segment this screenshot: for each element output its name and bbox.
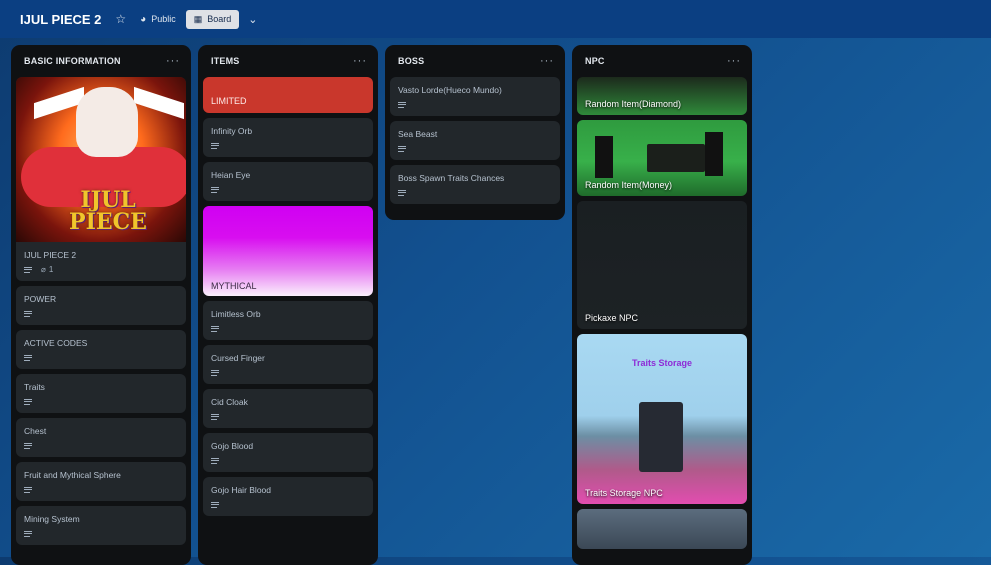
card-title: Boss Spawn Traits Chances bbox=[398, 173, 505, 183]
card-title: Random Item(Diamond) bbox=[585, 99, 682, 109]
card-limited-label[interactable]: LIMITED bbox=[203, 77, 373, 113]
card-ijul-piece-2[interactable]: IJUL PIECE IJUL PIECE 2 ⌀ 1 bbox=[16, 77, 186, 281]
description-icon bbox=[24, 309, 32, 318]
description-icon bbox=[24, 441, 32, 450]
list-title: NPC bbox=[585, 56, 605, 66]
description-icon bbox=[211, 141, 219, 150]
description-icon bbox=[398, 100, 406, 109]
description-icon bbox=[24, 529, 32, 538]
card-active-codes[interactable]: ACTIVE CODES bbox=[16, 330, 186, 369]
card-title: MYTHICAL bbox=[211, 281, 257, 291]
card-cid-cloak[interactable]: Cid Cloak bbox=[203, 389, 373, 428]
card-title: Heian Eye bbox=[211, 170, 251, 180]
card-title: Gojo Hair Blood bbox=[211, 485, 272, 495]
card-infinity-orb[interactable]: Infinity Orb bbox=[203, 118, 373, 157]
card-mythical-label[interactable]: MYTHICAL bbox=[203, 206, 373, 296]
list-title: BASIC INFORMATION bbox=[24, 56, 121, 66]
list-items: ITEMS ··· LIMITED Infinity Orb Heian Eye… bbox=[198, 45, 378, 565]
card-title: Cursed Finger bbox=[211, 353, 265, 363]
card-cover-image: IJUL PIECE bbox=[16, 77, 186, 242]
description-icon bbox=[211, 500, 219, 509]
card-mining-system[interactable]: Mining System bbox=[16, 506, 186, 545]
list-title: ITEMS bbox=[211, 56, 240, 66]
card-title: Gojo Blood bbox=[211, 441, 254, 451]
board-icon: ▦ bbox=[193, 13, 203, 24]
board-view-label: Board bbox=[207, 14, 232, 24]
paperclip-icon: ⌀ bbox=[41, 265, 46, 274]
description-icon bbox=[211, 456, 219, 465]
card-title: LIMITED bbox=[211, 96, 247, 106]
more-icon[interactable]: ··· bbox=[353, 55, 367, 67]
description-icon bbox=[24, 397, 32, 406]
npc-stand-image bbox=[647, 144, 705, 172]
card-title: Traits Storage NPC bbox=[585, 488, 663, 498]
card-title: ACTIVE CODES bbox=[24, 338, 88, 348]
game-logo: IJUL PIECE bbox=[69, 187, 147, 235]
npc-figure-image bbox=[705, 132, 723, 176]
visibility-button[interactable]: ◕ Public bbox=[140, 14, 176, 25]
card-title: POWER bbox=[24, 294, 57, 304]
card-traits-storage-npc[interactable]: Traits Storage Traits Storage NPC bbox=[577, 334, 747, 504]
description-icon bbox=[24, 353, 32, 362]
list-basic-information: BASIC INFORMATION ··· IJUL PIECE IJUL PI… bbox=[11, 45, 191, 565]
npc-figure-image bbox=[639, 402, 683, 472]
card-title: Limitless Orb bbox=[211, 309, 261, 319]
card-partial-image[interactable] bbox=[577, 509, 747, 549]
description-icon bbox=[211, 324, 219, 333]
card-chest[interactable]: Chest bbox=[16, 418, 186, 457]
card-title: Chest bbox=[24, 426, 47, 436]
board-header: IJUL PIECE 2 ☆ ◕ Public ▦ Board ⌄ bbox=[0, 0, 991, 38]
board-view-button[interactable]: ▦ Board bbox=[185, 9, 240, 29]
card-title: IJUL PIECE 2 bbox=[24, 250, 77, 260]
description-icon bbox=[24, 485, 32, 494]
card-title: Sea Beast bbox=[398, 129, 438, 139]
traits-storage-sign: Traits Storage bbox=[631, 358, 693, 368]
chevron-down-icon[interactable]: ⌄ bbox=[248, 13, 257, 26]
more-icon[interactable]: ··· bbox=[540, 55, 554, 67]
card-cursed-finger[interactable]: Cursed Finger bbox=[203, 345, 373, 384]
description-icon bbox=[398, 144, 406, 153]
card-limitless-orb[interactable]: Limitless Orb bbox=[203, 301, 373, 340]
card-random-item-diamond[interactable]: Random Item(Diamond) bbox=[577, 77, 747, 115]
list-boss: BOSS ··· Vasto Lorde(Hueco Mundo) Sea Be… bbox=[385, 45, 565, 220]
visibility-label: Public bbox=[151, 14, 176, 24]
card-random-item-money[interactable]: Random Item(Money) bbox=[577, 120, 747, 196]
card-heian-eye[interactable]: Heian Eye bbox=[203, 162, 373, 201]
card-power[interactable]: POWER bbox=[16, 286, 186, 325]
description-icon bbox=[24, 265, 32, 274]
npc-figure-image bbox=[595, 136, 613, 178]
description-icon bbox=[211, 368, 219, 377]
card-title: Mining System bbox=[24, 514, 80, 524]
card-vasto-lorde[interactable]: Vasto Lorde(Hueco Mundo) bbox=[390, 77, 560, 116]
list-npc: NPC ··· Random Item(Diamond) Random Item… bbox=[572, 45, 752, 565]
card-title: Fruit and Mythical Sphere bbox=[24, 470, 121, 480]
card-pickaxe-npc[interactable]: Pickaxe NPC bbox=[577, 201, 747, 329]
description-icon bbox=[211, 412, 219, 421]
description-icon bbox=[398, 188, 406, 197]
card-boss-spawn-traits-chances[interactable]: Boss Spawn Traits Chances bbox=[390, 165, 560, 204]
globe-icon: ◕ bbox=[140, 13, 147, 25]
more-icon[interactable]: ··· bbox=[727, 55, 741, 67]
card-traits[interactable]: Traits bbox=[16, 374, 186, 413]
card-title: Vasto Lorde(Hueco Mundo) bbox=[398, 85, 502, 95]
card-sea-beast[interactable]: Sea Beast bbox=[390, 121, 560, 160]
card-gojo-hair-blood[interactable]: Gojo Hair Blood bbox=[203, 477, 373, 516]
card-title: Traits bbox=[24, 382, 45, 392]
card-title: Pickaxe NPC bbox=[585, 313, 639, 323]
list-title: BOSS bbox=[398, 56, 425, 66]
card-gojo-blood[interactable]: Gojo Blood bbox=[203, 433, 373, 472]
more-icon[interactable]: ··· bbox=[166, 55, 180, 67]
attachment-count: 1 bbox=[48, 265, 54, 274]
star-icon[interactable]: ☆ bbox=[115, 12, 126, 26]
board-title[interactable]: IJUL PIECE 2 bbox=[20, 12, 101, 27]
description-icon bbox=[211, 185, 219, 194]
card-title: Cid Cloak bbox=[211, 397, 248, 407]
card-title: Random Item(Money) bbox=[585, 180, 673, 190]
card-title: Infinity Orb bbox=[211, 126, 253, 136]
card-fruit-and-mythical-sphere[interactable]: Fruit and Mythical Sphere bbox=[16, 462, 186, 501]
